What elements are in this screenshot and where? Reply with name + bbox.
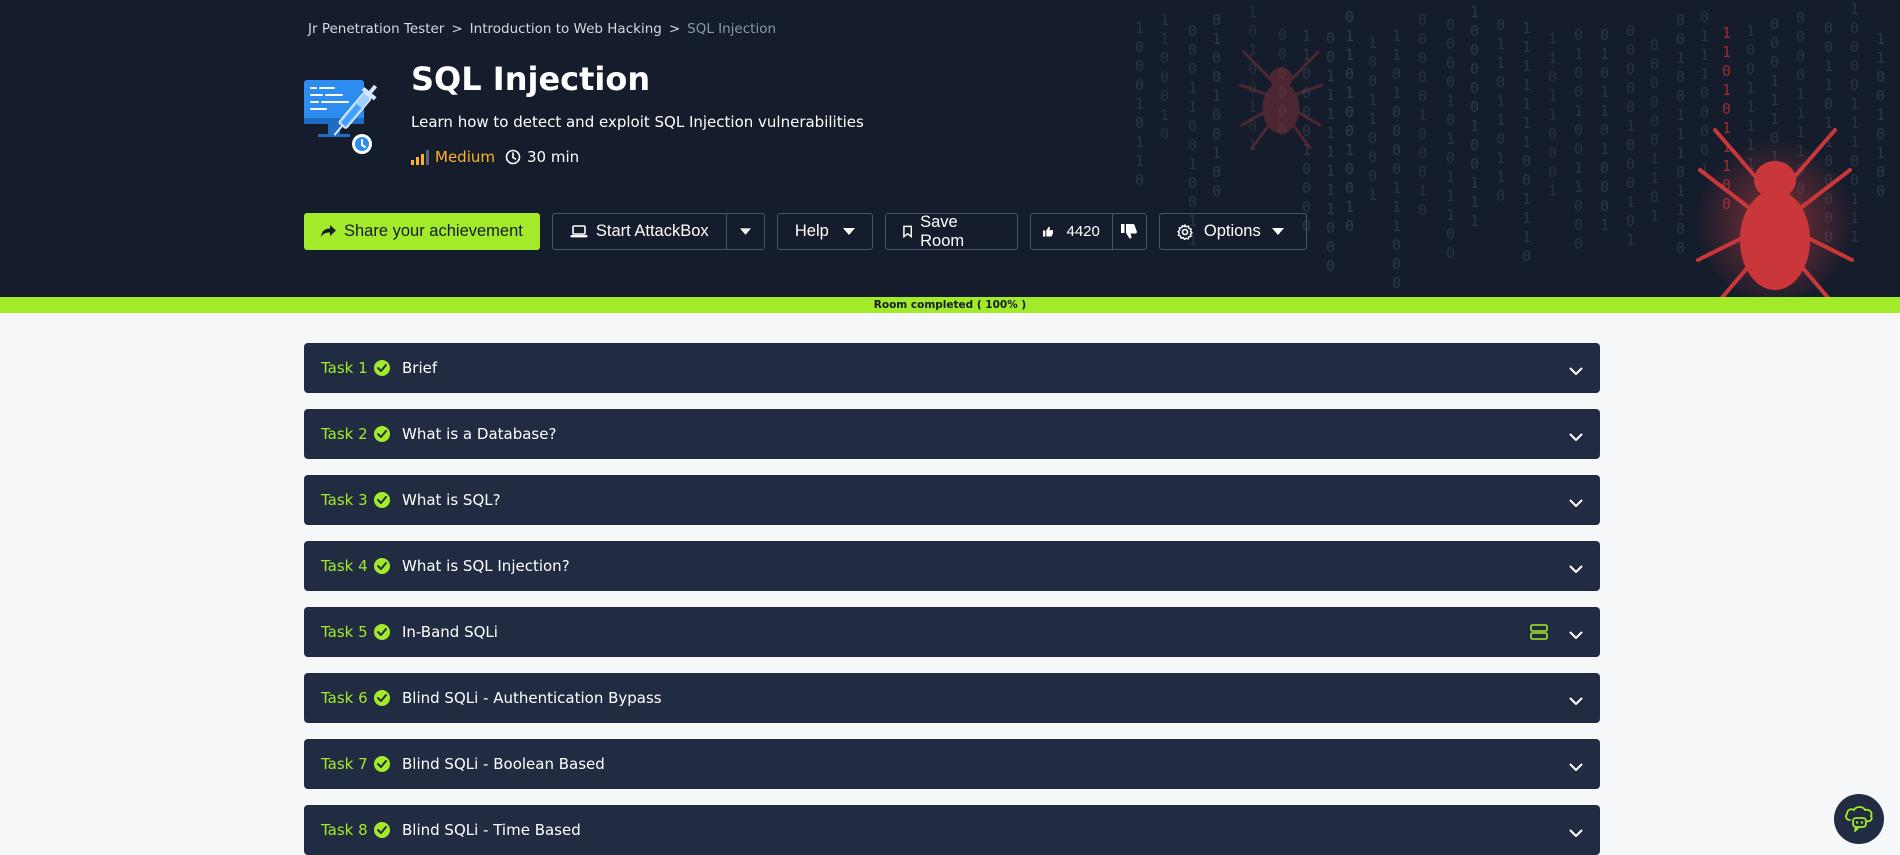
chat-bot-icon bbox=[1845, 806, 1873, 832]
task-title: Brief bbox=[402, 359, 438, 377]
duration-indicator: 30 min bbox=[505, 148, 579, 166]
check-circle-icon bbox=[374, 558, 390, 574]
task-row[interactable]: Task 7 Blind SQLi - Boolean Based bbox=[304, 739, 1600, 789]
clock-icon bbox=[505, 149, 521, 165]
options-label: Options bbox=[1203, 222, 1261, 240]
task-number: Task 7 bbox=[321, 755, 368, 773]
caret-down-icon bbox=[739, 227, 751, 235]
bookmark-icon bbox=[903, 225, 912, 238]
vote-button-group: 4420 bbox=[1029, 213, 1147, 250]
task-list: Task 1 Brief Task 2 What is a Database? Task… bbox=[304, 343, 1600, 855]
chevron-down-icon[interactable] bbox=[1569, 559, 1583, 578]
task-row[interactable]: Task 1 Brief bbox=[304, 343, 1600, 393]
like-count: 4420 bbox=[1066, 223, 1100, 240]
breadcrumb-separator: > bbox=[451, 21, 463, 37]
caret-down-icon bbox=[1271, 227, 1284, 235]
share-achievement-button[interactable]: Share your achievement bbox=[304, 213, 540, 250]
check-circle-icon bbox=[374, 492, 390, 508]
task-row[interactable]: Task 3 What is SQL? bbox=[304, 475, 1600, 525]
chevron-down-icon[interactable] bbox=[1569, 691, 1583, 710]
task-title: What is SQL Injection? bbox=[402, 557, 570, 575]
like-button[interactable]: 4420 bbox=[1031, 214, 1112, 249]
dislike-button[interactable] bbox=[1111, 214, 1146, 249]
chevron-down-icon[interactable] bbox=[1569, 625, 1583, 644]
help-label: Help bbox=[794, 222, 829, 240]
signal-bars-icon bbox=[411, 149, 429, 165]
attackbox-dropdown-button[interactable] bbox=[725, 214, 764, 249]
task-row[interactable]: Task 4 What is SQL Injection? bbox=[304, 541, 1600, 591]
task-title: Blind SQLi - Boolean Based bbox=[402, 755, 605, 773]
task-number: Task 2 bbox=[321, 425, 368, 443]
server-icon bbox=[1530, 624, 1548, 644]
spider-icon-faint bbox=[1236, 40, 1326, 154]
task-number: Task 6 bbox=[321, 689, 368, 707]
task-title: What is a Database? bbox=[402, 425, 557, 443]
check-circle-icon bbox=[374, 624, 390, 640]
check-circle-icon bbox=[374, 360, 390, 376]
room-header: 1 0 0 0 1 0 1 1 0 1 1 0 0 0 1 0 0 0 0 1 … bbox=[0, 0, 1900, 297]
task-number: Task 3 bbox=[321, 491, 368, 509]
share-icon bbox=[321, 225, 336, 237]
spider-icon bbox=[1690, 110, 1860, 297]
breadcrumb-separator: > bbox=[668, 21, 681, 37]
task-row[interactable]: Task 6 Blind SQLi - Authentication Bypass bbox=[304, 673, 1600, 723]
help-button[interactable]: Help bbox=[776, 213, 873, 250]
progress-label: Room completed ( 100% ) bbox=[873, 299, 1027, 311]
start-attackbox-button[interactable]: Start AttackBox bbox=[553, 214, 726, 249]
task-number: Task 1 bbox=[321, 359, 368, 377]
task-row[interactable]: Task 5 In-Band SQLi bbox=[304, 607, 1600, 657]
task-number: Task 4 bbox=[321, 557, 368, 575]
gear-icon bbox=[1177, 223, 1193, 240]
check-circle-icon bbox=[374, 690, 390, 706]
breadcrumb-item-module[interactable]: Introduction to Web Hacking bbox=[470, 21, 662, 37]
task-title: Blind SQLi - Time Based bbox=[402, 821, 581, 839]
difficulty-label: Medium bbox=[435, 148, 495, 166]
task-title: In-Band SQLi bbox=[402, 623, 498, 641]
room-subtitle: Learn how to detect and exploit SQL Inje… bbox=[411, 113, 864, 131]
task-row[interactable]: Task 8 Blind SQLi - Time Based bbox=[304, 805, 1600, 855]
check-circle-icon bbox=[374, 756, 390, 772]
task-row[interactable]: Task 2 What is a Database? bbox=[304, 409, 1600, 459]
thumbs-up-icon bbox=[1042, 226, 1054, 237]
task-number: Task 8 bbox=[321, 821, 368, 839]
room-actions: Share your achievement Start AttackBox H… bbox=[304, 213, 1307, 250]
thumbs-down-icon bbox=[1121, 224, 1138, 239]
task-number: Task 5 bbox=[321, 623, 368, 641]
attackbox-label: Start AttackBox bbox=[595, 222, 709, 240]
breadcrumb-item-current: SQL Injection bbox=[687, 21, 777, 37]
room-title: SQL Injection bbox=[411, 60, 651, 98]
chevron-down-icon[interactable] bbox=[1569, 361, 1583, 380]
share-label: Share your achievement bbox=[344, 222, 523, 240]
task-title: What is SQL? bbox=[402, 491, 501, 509]
breadcrumb-item-path[interactable]: Jr Penetration Tester bbox=[308, 21, 444, 37]
save-room-button[interactable]: Save Room bbox=[884, 212, 1018, 250]
difficulty-indicator: Medium bbox=[411, 148, 495, 166]
laptop-icon bbox=[570, 225, 588, 238]
chevron-down-icon[interactable] bbox=[1569, 427, 1583, 446]
duration-label: 30 min bbox=[526, 148, 580, 166]
check-circle-icon bbox=[374, 822, 390, 838]
room-meta: Medium 30 min bbox=[411, 148, 579, 166]
monitor-syringe-icon bbox=[302, 76, 396, 156]
caret-down-icon bbox=[842, 227, 855, 235]
chevron-down-icon[interactable] bbox=[1569, 757, 1583, 776]
breadcrumb: Jr Penetration Tester > Introduction to … bbox=[308, 21, 776, 37]
room-progress-bar: Room completed ( 100% ) bbox=[0, 297, 1900, 313]
chat-assistant-button[interactable] bbox=[1834, 794, 1884, 844]
attackbox-button-group: Start AttackBox bbox=[551, 213, 765, 250]
task-title: Blind SQLi - Authentication Bypass bbox=[402, 689, 662, 707]
chevron-down-icon[interactable] bbox=[1569, 823, 1583, 842]
chevron-down-icon[interactable] bbox=[1569, 493, 1583, 512]
check-circle-icon bbox=[374, 426, 390, 442]
options-button[interactable]: Options bbox=[1158, 213, 1307, 250]
save-room-label: Save Room bbox=[920, 212, 965, 250]
